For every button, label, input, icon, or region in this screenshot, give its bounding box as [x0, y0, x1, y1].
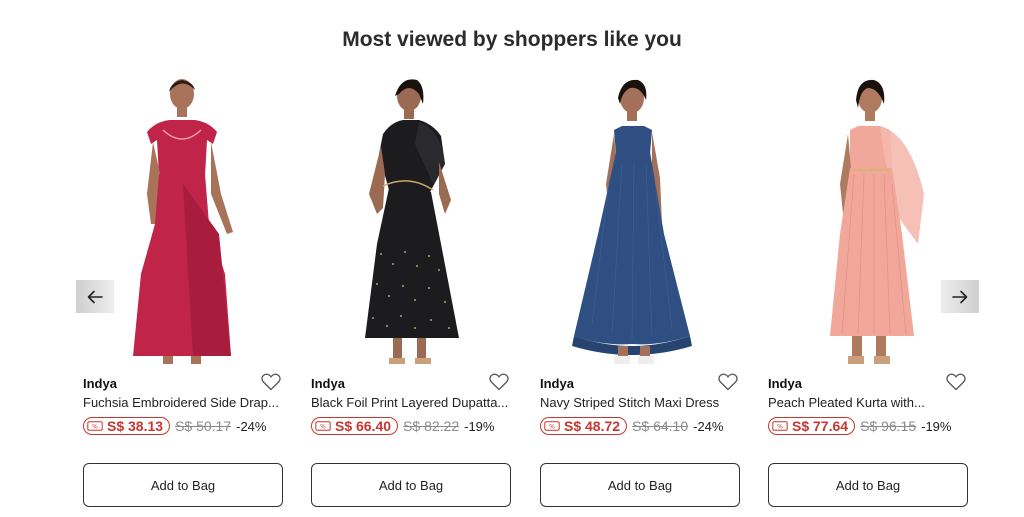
discount-tag-icon: % [544, 421, 560, 431]
discount-percent: -24% [693, 418, 724, 434]
discount-tag-icon: % [87, 421, 103, 431]
sale-price: S$ 38.13 [107, 418, 164, 434]
original-price: S$ 50.17 [175, 418, 232, 434]
heart-icon[interactable] [261, 373, 281, 391]
svg-text:%: % [92, 424, 98, 431]
brand-name: Indya [83, 376, 117, 391]
model-photo [572, 79, 692, 364]
heart-icon[interactable] [946, 373, 966, 391]
price-row: % S$ 66.40 S$ 82.22 -19% [311, 416, 494, 436]
product-name[interactable]: Navy Striped Stitch Maxi Dress [540, 395, 740, 410]
sale-price: S$ 66.40 [335, 418, 392, 434]
product-name[interactable]: Fuchsia Embroidered Side Drap... [83, 395, 283, 410]
arrow-right-icon [952, 290, 968, 303]
product-image[interactable] [83, 74, 283, 370]
add-to-bag-button[interactable]: Add to Bag [540, 463, 740, 507]
add-to-bag-button[interactable]: Add to Bag [83, 463, 283, 507]
price-row: % S$ 77.64 S$ 96.15 -19% [768, 416, 951, 436]
discount-percent: -19% [921, 418, 952, 434]
sale-badge: % S$ 48.72 [540, 417, 628, 435]
section-title: Most viewed by shoppers like you [342, 28, 682, 51]
carousel-prev-button[interactable] [76, 280, 114, 313]
product-card[interactable]: Indya Black Foil Print Layered Dupatta..… [311, 74, 511, 514]
discount-tag-icon: % [315, 421, 331, 431]
price-row: % S$ 38.13 S$ 50.17 -24% [83, 416, 266, 436]
original-price: S$ 96.15 [860, 418, 917, 434]
product-card[interactable]: Indya Navy Striped Stitch Maxi Dress % S… [540, 74, 740, 514]
sale-badge: % S$ 66.40 [311, 417, 399, 435]
add-to-bag-button[interactable]: Add to Bag [768, 463, 968, 507]
discount-percent: -19% [464, 418, 495, 434]
product-carousel: Indya Fuchsia Embroidered Side Drap... %… [0, 74, 1024, 514]
sale-badge: % S$ 38.13 [83, 417, 171, 435]
original-price: S$ 82.22 [403, 418, 460, 434]
carousel-next-button[interactable] [941, 280, 979, 313]
product-card[interactable]: Indya Peach Pleated Kurta with... % S$ 7… [768, 74, 968, 514]
brand-name: Indya [540, 376, 574, 391]
svg-text:%: % [320, 424, 326, 431]
model-photo [133, 79, 233, 364]
model-photo [365, 79, 459, 364]
arrow-left-icon [87, 290, 103, 303]
product-name[interactable]: Peach Pleated Kurta with... [768, 395, 968, 410]
sale-badge: % S$ 77.64 [768, 417, 856, 435]
price-row: % S$ 48.72 S$ 64.10 -24% [540, 416, 723, 436]
discount-tag-icon: % [772, 421, 788, 431]
discount-percent: -24% [236, 418, 267, 434]
add-to-bag-button[interactable]: Add to Bag [311, 463, 511, 507]
product-name[interactable]: Black Foil Print Layered Dupatta... [311, 395, 511, 410]
svg-text:%: % [777, 424, 783, 431]
product-image[interactable] [540, 74, 740, 370]
product-image[interactable] [768, 74, 968, 370]
model-photo [830, 79, 924, 364]
svg-text:%: % [549, 424, 555, 431]
heart-icon[interactable] [489, 373, 509, 391]
sale-price: S$ 48.72 [564, 418, 621, 434]
sale-price: S$ 77.64 [792, 418, 849, 434]
product-image[interactable] [311, 74, 511, 370]
brand-name: Indya [311, 376, 345, 391]
brand-name: Indya [768, 376, 802, 391]
original-price: S$ 64.10 [632, 418, 689, 434]
heart-icon[interactable] [718, 373, 738, 391]
